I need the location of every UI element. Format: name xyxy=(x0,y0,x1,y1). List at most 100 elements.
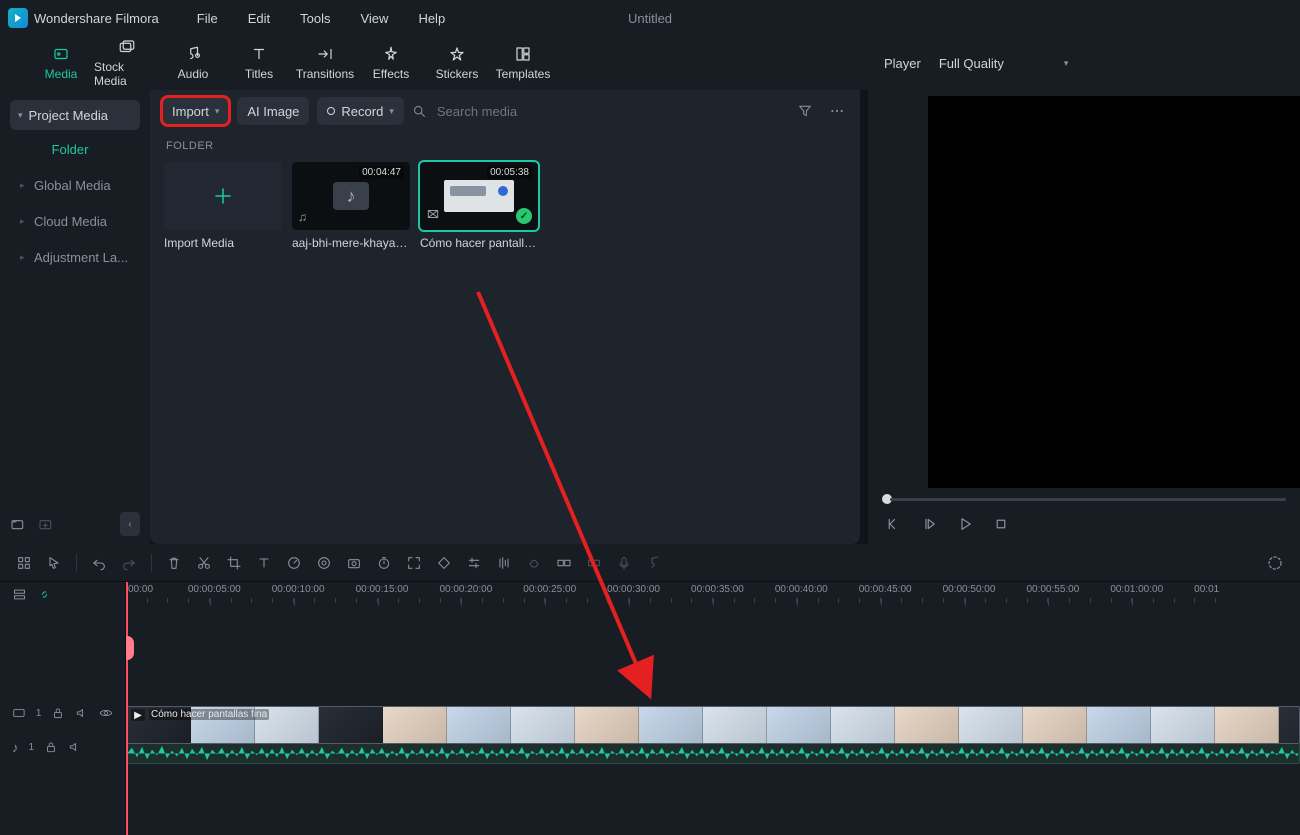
tab-label: Effects xyxy=(373,67,409,81)
stop-icon[interactable] xyxy=(992,515,1010,533)
duration-badge: 00:04:47 xyxy=(359,166,404,179)
play-step-icon[interactable] xyxy=(920,515,938,533)
undo-icon[interactable] xyxy=(91,555,107,571)
tab-label: Templates xyxy=(496,67,551,81)
sidebar-item-adjustment-layer[interactable]: Adjustment La... xyxy=(10,240,140,274)
track-link-icon[interactable] xyxy=(37,587,52,602)
pointer-icon[interactable] xyxy=(46,555,62,571)
menu-view[interactable]: View xyxy=(348,0,400,36)
chevron-down-icon: ▾ xyxy=(389,106,394,117)
tab-titles[interactable]: Titles xyxy=(226,36,292,90)
sidebar-folder[interactable]: Folder xyxy=(10,132,140,166)
audio-corner-icon: ♫ xyxy=(298,210,307,224)
timer-icon[interactable] xyxy=(376,555,392,571)
audio-track-header[interactable]: ♪ 1 xyxy=(0,730,125,764)
adjust-icon[interactable] xyxy=(466,555,482,571)
mute-icon[interactable] xyxy=(75,706,89,720)
sidebar-header-label: Project Media xyxy=(29,108,108,123)
menu-file[interactable]: File xyxy=(185,0,230,36)
media-thumb-video[interactable]: 00:05:38 ✓ Cómo hacer pantallas ... xyxy=(420,162,538,250)
more-icon[interactable] xyxy=(826,100,848,122)
crop-icon[interactable] xyxy=(226,555,242,571)
tab-label: Stickers xyxy=(436,67,479,81)
audio-note-icon: ♪ xyxy=(12,740,19,755)
cut-icon[interactable] xyxy=(196,555,212,571)
delete-icon[interactable] xyxy=(166,555,182,571)
group-icon[interactable] xyxy=(586,555,602,571)
menu-help[interactable]: Help xyxy=(406,0,457,36)
menu-edit[interactable]: Edit xyxy=(236,0,282,36)
video-track-header[interactable]: 1 xyxy=(0,696,125,730)
keyframe-icon[interactable] xyxy=(436,555,452,571)
menu-tools[interactable]: Tools xyxy=(288,0,342,36)
text-icon[interactable] xyxy=(256,555,272,571)
lock-icon[interactable] xyxy=(51,706,65,720)
import-button[interactable]: Import ▾ xyxy=(162,97,229,125)
player-panel: Player Full Quality ▾ xyxy=(868,90,1300,544)
tab-media[interactable]: Media xyxy=(28,36,94,90)
screenshot-icon[interactable] xyxy=(346,555,362,571)
clip-play-icon: ▶ xyxy=(131,709,145,721)
media-panel: Import ▾ AI Image Record ▾ FO xyxy=(150,90,860,544)
color-icon[interactable] xyxy=(316,555,332,571)
transition-icon[interactable] xyxy=(556,555,572,571)
tab-transitions[interactable]: Transitions xyxy=(292,36,358,90)
tab-label: Stock Media xyxy=(94,60,160,88)
voice-icon[interactable] xyxy=(616,555,632,571)
preview-viewport[interactable] xyxy=(928,96,1300,488)
search-icon xyxy=(412,104,427,119)
plus-icon xyxy=(210,183,236,209)
duration-badge: 00:05:38 xyxy=(487,166,532,179)
thumb-caption: Import Media xyxy=(164,236,282,250)
folder-header: FOLDER xyxy=(150,132,860,158)
quality-selector[interactable]: Full Quality ▾ xyxy=(939,56,1069,71)
search-input[interactable] xyxy=(435,103,635,120)
speed-icon[interactable] xyxy=(286,555,302,571)
sidebar-item-cloud-media[interactable]: Cloud Media xyxy=(10,204,140,238)
lock-icon[interactable] xyxy=(44,740,58,754)
thumb-caption: Cómo hacer pantallas ... xyxy=(420,236,538,250)
chevron-down-icon: ▾ xyxy=(215,106,220,117)
import-media-tile[interactable]: Import Media xyxy=(164,162,282,250)
sidebar-item-global-media[interactable]: Global Media xyxy=(10,168,140,202)
audio-settings-icon[interactable] xyxy=(496,555,512,571)
eye-icon[interactable] xyxy=(99,706,113,720)
play-icon[interactable] xyxy=(956,515,974,533)
record-button[interactable]: Record ▾ xyxy=(317,97,403,125)
tab-stock-media[interactable]: Stock Media xyxy=(94,36,160,90)
music-note-icon[interactable] xyxy=(646,555,662,571)
grid-icon[interactable] xyxy=(16,555,32,571)
redo-icon[interactable] xyxy=(121,555,137,571)
document-title: Untitled xyxy=(628,11,672,26)
new-folder-icon[interactable] xyxy=(10,516,26,532)
title-bar: Wondershare Filmora File Edit Tools View… xyxy=(0,0,1300,36)
audio-track[interactable] xyxy=(126,748,1300,782)
video-corner-icon xyxy=(426,207,440,224)
video-track[interactable]: ▶ Cómo hacer pantallas fina xyxy=(126,696,1300,748)
filter-icon[interactable] xyxy=(794,100,816,122)
tab-stickers[interactable]: Stickers xyxy=(424,36,490,90)
scrub-bar[interactable] xyxy=(868,494,1300,504)
tab-effects[interactable]: Effects xyxy=(358,36,424,90)
sidebar-header[interactable]: ▾ Project Media xyxy=(10,100,140,130)
time-ruler[interactable]: 00:00 00:00:05:00 00:00:10:00 00:00:15:0… xyxy=(126,582,1300,606)
expand-icon[interactable] xyxy=(406,555,422,571)
app-logo xyxy=(8,8,28,28)
media-thumb-audio[interactable]: 00:04:47 ♪ ♫ aaj-bhi-mere-khayalo... xyxy=(292,162,410,250)
app-name: Wondershare Filmora xyxy=(34,11,159,26)
tab-audio[interactable]: Audio xyxy=(160,36,226,90)
new-folder-plus-icon[interactable] xyxy=(38,516,54,532)
timeline-toolbar xyxy=(0,544,1300,582)
thumb-caption: aaj-bhi-mere-khayalo... xyxy=(292,236,410,250)
render-icon[interactable] xyxy=(1266,554,1284,572)
video-clip[interactable]: ▶ Cómo hacer pantallas fina xyxy=(126,706,1300,744)
timeline-panel: 1 ♪ 1 00:00 00:00:05:00 00:00:10:00 00:0… xyxy=(0,544,1300,835)
playhead[interactable] xyxy=(126,582,128,835)
track-layout-icon[interactable] xyxy=(12,587,27,602)
link-audio-icon[interactable] xyxy=(526,555,542,571)
mute-icon[interactable] xyxy=(68,740,82,754)
tab-templates[interactable]: Templates xyxy=(490,36,556,90)
ai-image-button[interactable]: AI Image xyxy=(237,97,309,125)
collapse-sidebar-button[interactable]: ‹ xyxy=(120,512,140,536)
prev-frame-icon[interactable] xyxy=(884,515,902,533)
